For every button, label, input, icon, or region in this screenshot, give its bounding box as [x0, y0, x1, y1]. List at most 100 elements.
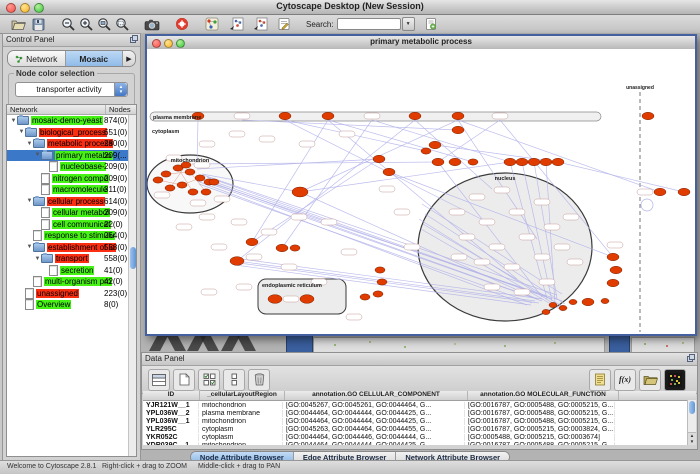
table-row[interactable]: YJR121W__1mitochondrion[GO:0045267, GO:0… [143, 401, 696, 409]
attribute-table-header[interactable]: ID_cellularLayoutRegionannotation.GO CEL… [143, 391, 696, 401]
network-node[interactable] [552, 158, 564, 165]
node-label-pill[interactable] [229, 131, 245, 137]
select-attributes-icon[interactable] [198, 369, 220, 391]
network-node[interactable] [161, 171, 171, 177]
tree-row-biological-process[interactable]: ▼biological_process651(0) [7, 127, 136, 139]
network-node[interactable] [452, 126, 464, 133]
expand-arrow-icon[interactable]: ▼ [26, 141, 33, 147]
background-window-corner[interactable] [286, 335, 313, 353]
import-attribute-file-icon[interactable] [639, 369, 661, 391]
network-node[interactable] [429, 141, 441, 148]
node-label-pill[interactable] [199, 214, 215, 220]
tree-scrollbar[interactable] [128, 115, 136, 456]
vizmapper-icon[interactable] [204, 17, 220, 32]
network-node[interactable] [468, 159, 478, 165]
column-header-2[interactable]: annotation.GO CELLULAR_COMPONENT [285, 391, 468, 400]
tree-header[interactable]: Network Nodes [7, 105, 136, 115]
network-edge[interactable] [438, 120, 500, 162]
node-label-pill[interactable] [346, 314, 362, 320]
node-label-pill[interactable] [394, 209, 410, 215]
node-label-pill[interactable] [519, 234, 535, 240]
table-row[interactable]: YLR295Ccytoplasm[GO:0045263, GO:0044464,… [143, 425, 696, 433]
table-row[interactable]: YKR052Ccytoplasm[GO:0044464, GO:0044446,… [143, 433, 696, 441]
network-node[interactable] [540, 158, 552, 165]
network-node[interactable] [373, 155, 385, 162]
network-node[interactable] [279, 112, 291, 119]
network-node[interactable] [569, 299, 577, 304]
node-label-pill[interactable] [494, 187, 510, 193]
table-scrollbar-thumb[interactable] [689, 401, 695, 414]
tree-row-cellular-metabol[interactable]: cellular metabol209(0) [7, 207, 136, 219]
node-label-pill[interactable] [469, 194, 485, 200]
expand-arrow-icon[interactable]: ▼ [34, 152, 41, 158]
node-label-pill[interactable] [299, 141, 315, 147]
network-node[interactable] [610, 266, 622, 273]
node-label-pill[interactable] [236, 284, 252, 290]
attribute-editor-icon[interactable] [589, 369, 611, 391]
network-node[interactable] [268, 295, 282, 304]
network-node[interactable] [246, 238, 258, 245]
network-node[interactable] [201, 189, 211, 195]
node-label-pill[interactable] [637, 189, 653, 195]
tree-scrollbar-thumb[interactable] [130, 247, 136, 269]
tree-row-macromolecule[interactable]: macromolecule311(0) [7, 184, 136, 196]
zoom-in-icon[interactable] [78, 17, 94, 32]
network-node[interactable] [360, 294, 370, 300]
tree-row-establishment-of-lo[interactable]: ▼establishment of lo558(0) [7, 242, 136, 254]
zoom-selected-region-icon[interactable] [96, 17, 112, 32]
node-label-pill[interactable] [231, 219, 247, 225]
tree-row-overview[interactable]: Overview8(0) [7, 299, 136, 311]
table-scrollbar[interactable]: ▲▼ [687, 400, 696, 445]
tree-row-secretion[interactable]: secretion41(0) [7, 265, 136, 277]
delete-attribute-icon[interactable] [248, 369, 270, 391]
network-node[interactable] [165, 185, 175, 191]
node-label-pill[interactable] [607, 242, 623, 248]
node-label-pill[interactable] [404, 244, 420, 250]
tree-row-primary-metabo[interactable]: ▼primary metabo209(... [7, 150, 136, 162]
tree-row-nucleobase-[interactable]: nucleobase-209(0) [7, 161, 136, 173]
node-label-pill[interactable] [154, 192, 170, 198]
network-node[interactable] [607, 279, 619, 286]
node-label-pill[interactable] [567, 259, 583, 265]
attribute-table-icon[interactable] [148, 369, 170, 391]
network-node[interactable] [549, 302, 557, 307]
node-label-pill[interactable] [489, 244, 505, 250]
tree-row-nitrogen-compo[interactable]: nitrogen compo209(0) [7, 173, 136, 185]
float-panel-icon[interactable] [687, 354, 695, 362]
node-label-pill[interactable] [563, 214, 579, 220]
node-label-pill[interactable] [554, 244, 570, 250]
tab-network[interactable]: Network [8, 51, 66, 66]
tree-row-transport[interactable]: ▼transport558(0) [7, 253, 136, 265]
node-label-pill[interactable] [379, 186, 395, 192]
network-node[interactable] [559, 305, 567, 310]
node-label-pill[interactable] [211, 244, 227, 250]
node-label-pill[interactable] [201, 289, 217, 295]
network-node[interactable] [322, 112, 334, 119]
tree-column-network[interactable]: Network [7, 105, 106, 114]
node-label-pill[interactable] [474, 259, 490, 265]
node-label-pill[interactable] [451, 254, 467, 260]
network-node[interactable] [375, 267, 385, 273]
table-row[interactable]: YDR039C__1mitochondrion[GO:0044464, GO:0… [143, 441, 696, 445]
network-edge[interactable] [282, 120, 372, 248]
network-frame-titlebar[interactable]: primary metabolic process [147, 36, 695, 50]
background-window-corner[interactable] [609, 335, 630, 353]
network-node[interactable] [292, 187, 308, 197]
network-node[interactable] [516, 158, 528, 165]
tree-row-multi-organism-pro[interactable]: multi-organism pro42(0) [7, 276, 136, 288]
tree-row-unassigned[interactable]: unassigned223(0) [7, 288, 136, 300]
background-window-edge[interactable] [313, 337, 605, 353]
network-node[interactable] [504, 158, 516, 165]
tree-row-mosaic-demo-yeast[interactable]: ▼mosaic-demo-yeast874(0) [7, 115, 136, 127]
network-node[interactable] [432, 158, 444, 165]
node-label-pill[interactable] [190, 200, 206, 206]
column-header-3[interactable]: annotation.GO MOLECULAR_FUNCTION [468, 391, 619, 400]
network-graph[interactable]: plasma membranecytoplasmmitochondrionnuc… [147, 49, 695, 334]
table-scrollbar-arrows[interactable]: ▲▼ [688, 432, 696, 445]
network-node[interactable] [177, 182, 187, 188]
node-color-dropdown[interactable]: transporter activity ▲▼ [15, 82, 128, 97]
network-node[interactable] [185, 169, 195, 175]
network-node[interactable] [607, 253, 619, 260]
new-attribute-icon[interactable] [173, 369, 195, 391]
tree-column-nodes[interactable]: Nodes [106, 105, 136, 114]
